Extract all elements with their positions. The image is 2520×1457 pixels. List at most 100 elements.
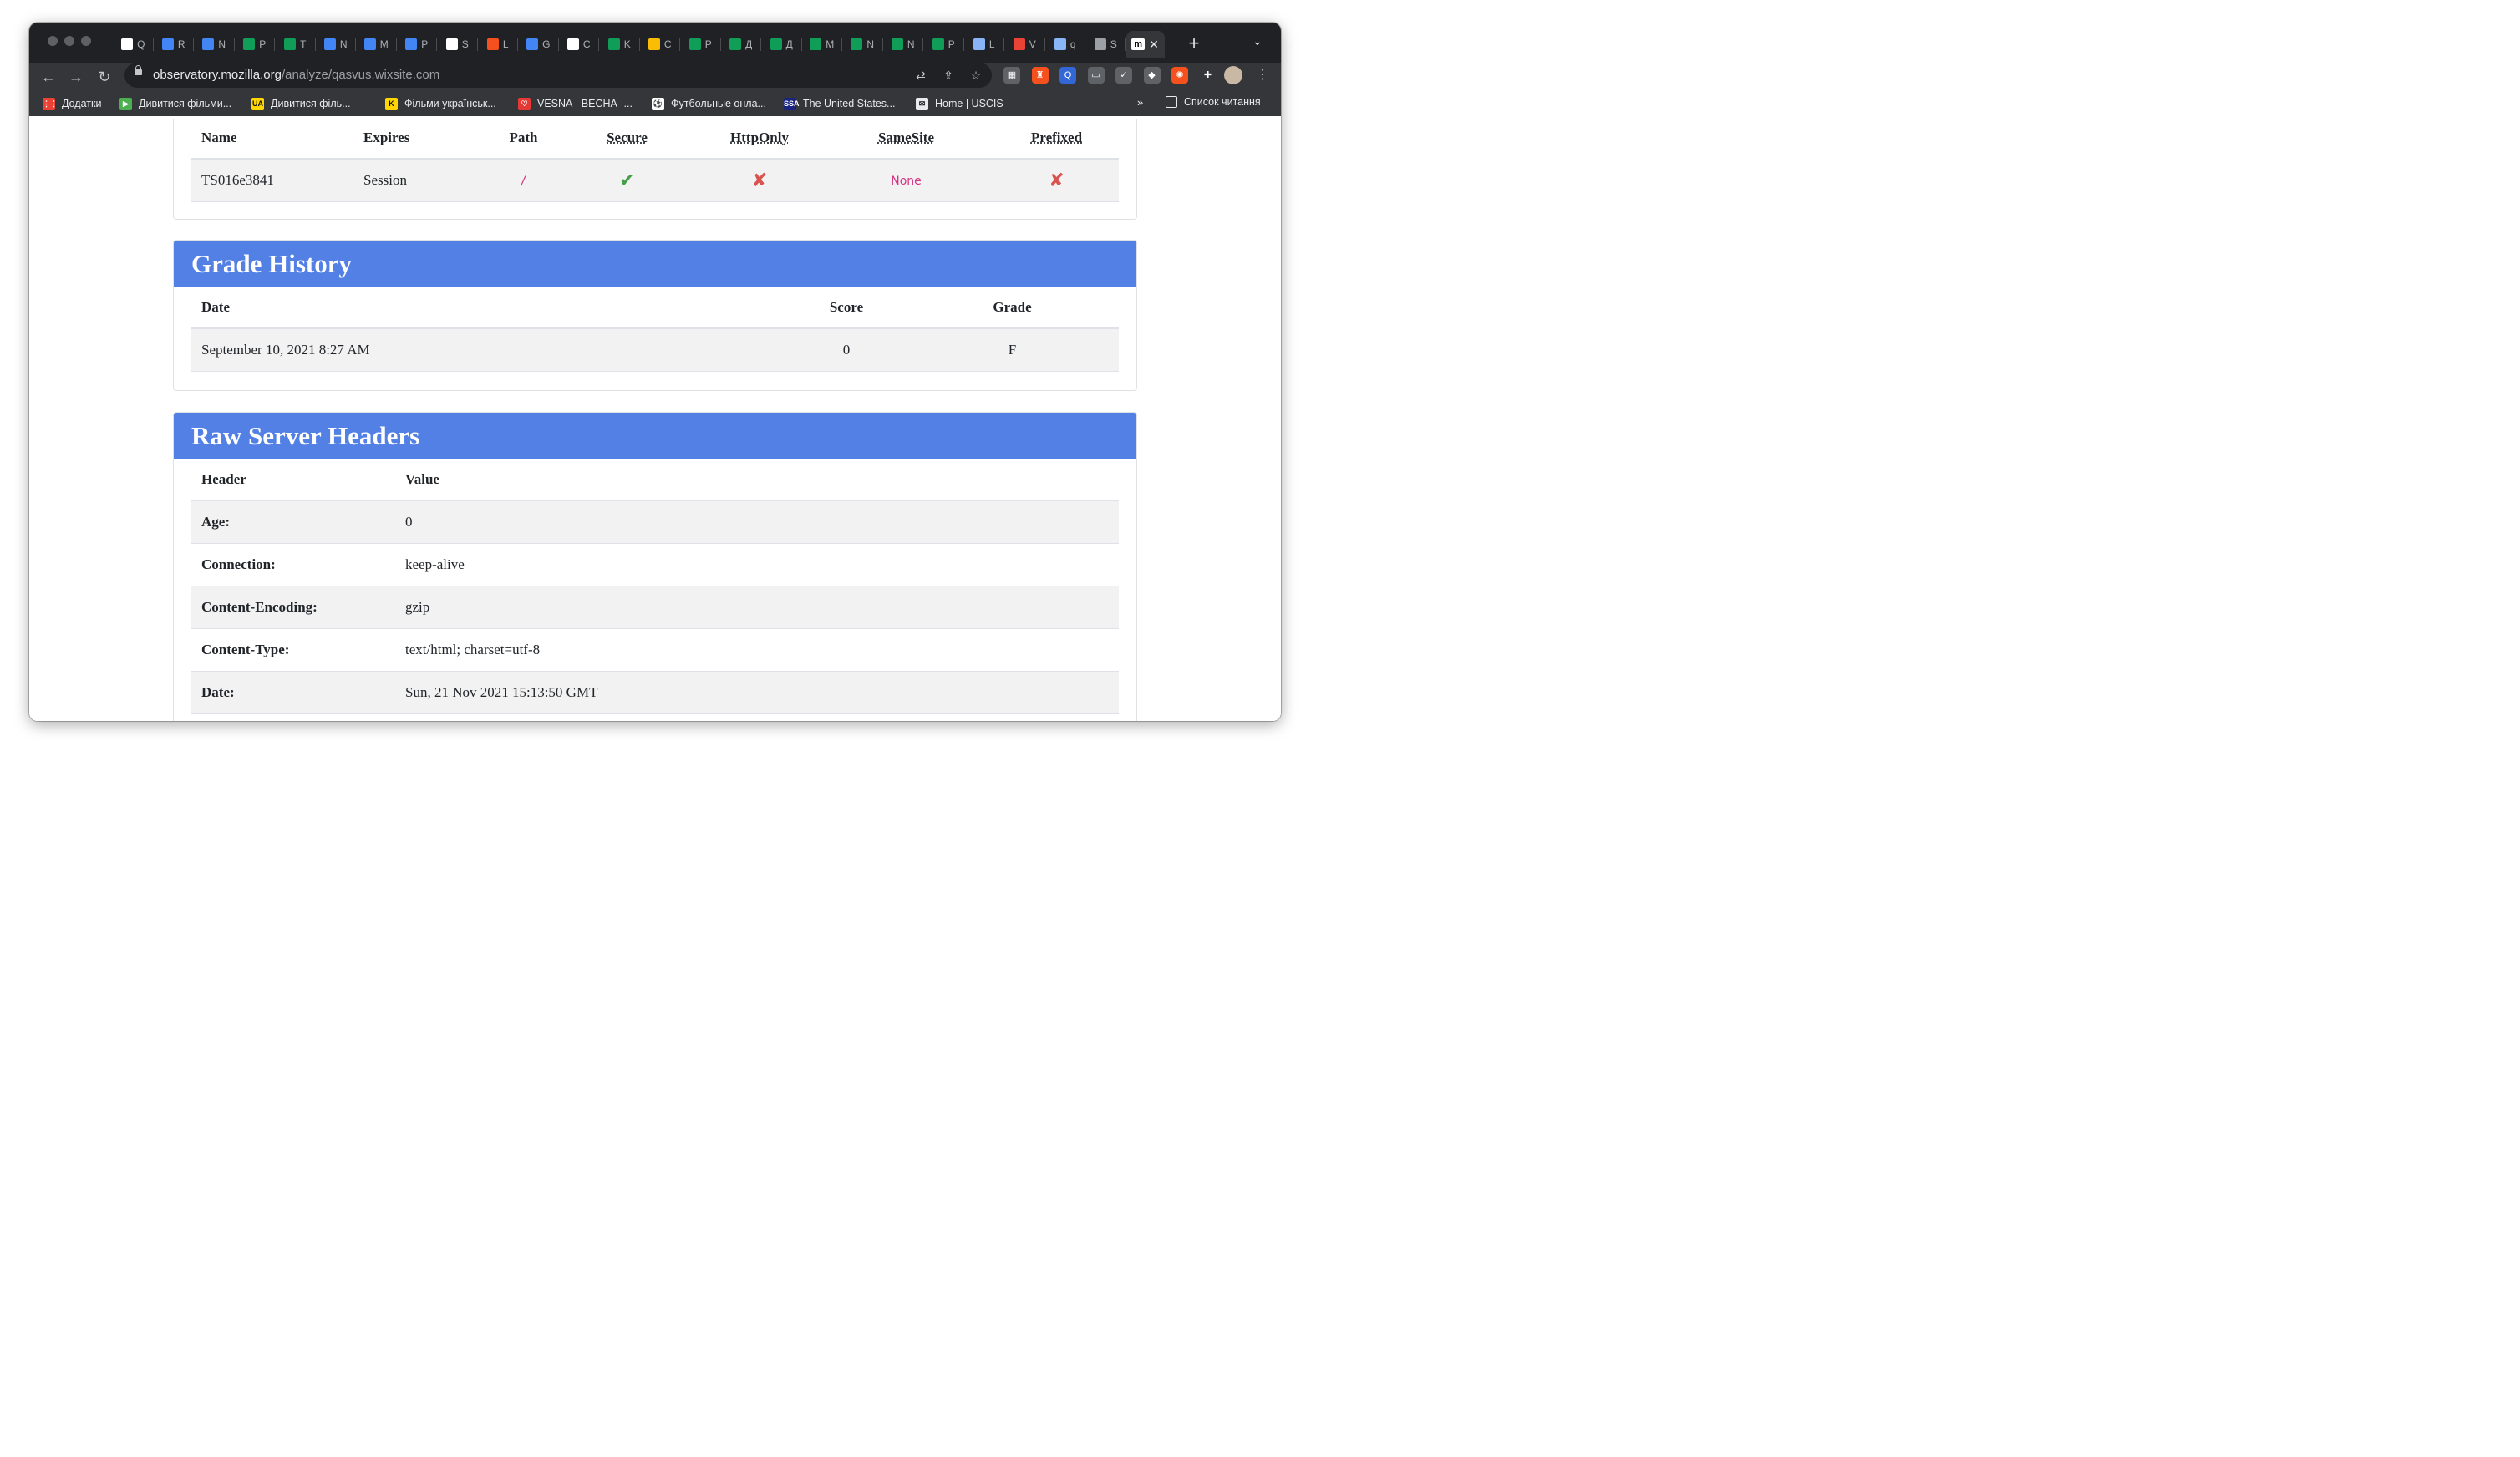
- table-row: Content-Type: text/html; charset=utf-8: [191, 628, 1119, 672]
- minimize-window-button[interactable]: [64, 36, 74, 46]
- chrome-icon: [1013, 38, 1025, 50]
- tab-title: N: [907, 38, 915, 50]
- bookmark-item[interactable]: ♡ VESNA - ВЕСНА -...: [518, 96, 633, 111]
- browser-tab[interactable]: V: [1004, 31, 1045, 58]
- tab-title: N: [218, 38, 226, 50]
- docs-icon: [363, 38, 376, 50]
- bookmark-label: VESNA - ВЕСНА -...: [537, 98, 633, 109]
- browser-tab[interactable]: T: [275, 31, 316, 58]
- tab-search-button[interactable]: ⌄: [1252, 34, 1263, 48]
- back-arrow-icon[interactable]: ←: [38, 66, 59, 88]
- col-value: Value: [395, 459, 1119, 501]
- cookies-table: Name Expires Path Secure HttpOnly SameSi…: [191, 119, 1119, 202]
- more-menu-icon[interactable]: ⋮: [1256, 66, 1269, 83]
- browser-window: Q R N P T N M P S L G C K C P Д Д M N N P L Vq Sm ✕ + ⌄ ← → ↻ ob…: [29, 23, 1281, 721]
- bookmark-item[interactable]: ⚽ Футбольные онла...: [652, 96, 766, 111]
- bookmark-item[interactable]: ✉ Home | USCIS: [916, 96, 1003, 111]
- orange-ext-icon[interactable]: ✺: [1171, 67, 1188, 84]
- browser-tab[interactable]: N: [842, 31, 883, 58]
- badge-ext-icon[interactable]: ✓: [1115, 67, 1132, 84]
- tab-title: L: [988, 38, 995, 50]
- ext-gray-icon[interactable]: ▦: [1003, 67, 1020, 84]
- sheets-icon: [688, 38, 701, 50]
- browser-tab[interactable]: Q: [113, 31, 154, 58]
- browser-tab[interactable]: N: [883, 31, 924, 58]
- reading-list-button[interactable]: Список читання: [1166, 96, 1261, 108]
- browser-tab[interactable]: P: [235, 31, 276, 58]
- bookmark-star-icon[interactable]: ☆: [968, 68, 983, 83]
- tab-title: R: [177, 38, 185, 50]
- tab-title: P: [704, 38, 712, 50]
- browser-tab[interactable]: Д: [721, 31, 762, 58]
- bookmark-item[interactable]: SSA The United States...: [784, 96, 895, 111]
- col-prefixed[interactable]: Prefixed: [994, 119, 1119, 160]
- browser-tab[interactable]: L: [478, 31, 519, 58]
- browser-tab[interactable]: M: [802, 31, 843, 58]
- bookmark-item[interactable]: K Фільми українськ...: [385, 96, 496, 111]
- lighthouse-ext-icon[interactable]: ♜: [1031, 67, 1049, 84]
- share-icon[interactable]: ⇪: [941, 68, 956, 83]
- browser-tab[interactable]: L: [964, 31, 1005, 58]
- cookie-samesite: None: [891, 175, 922, 188]
- cube-ext-icon[interactable]: ◆: [1143, 67, 1161, 84]
- header-name: Age:: [191, 500, 395, 544]
- browser-tab[interactable]: Д: [761, 31, 802, 58]
- tab-title: Q: [137, 38, 145, 50]
- docs-icon: [405, 38, 418, 50]
- browser-tab[interactable]: C: [559, 31, 600, 58]
- header-value: gzip: [395, 586, 1119, 629]
- zoom-window-button[interactable]: [81, 36, 91, 46]
- browser-tab[interactable]: K: [599, 31, 640, 58]
- bookmark-item[interactable]: ⋮⋮ Додатки: [43, 96, 101, 111]
- q-ext-icon[interactable]: Q: [1059, 67, 1076, 84]
- compass-icon: [1054, 38, 1066, 50]
- col-secure[interactable]: Secure: [553, 119, 701, 160]
- close-tab-icon[interactable]: ✕: [1149, 38, 1159, 52]
- col-score: Score: [787, 287, 906, 329]
- translate-icon[interactable]: ⇄: [913, 68, 928, 83]
- header-value: Sun, 21 Nov 2021 15:13:50 GMT: [395, 671, 1119, 714]
- col-samesite[interactable]: SameSite: [818, 119, 994, 160]
- tab-title: P: [259, 38, 267, 50]
- lighthouse-icon: [486, 38, 499, 50]
- browser-tab[interactable]: N: [316, 31, 357, 58]
- browser-tab[interactable]: P: [397, 31, 438, 58]
- table-row: Date: Sun, 21 Nov 2021 15:13:50 GMT: [191, 671, 1119, 714]
- football-icon: ⚽: [652, 97, 664, 110]
- address-bar[interactable]: observatory.mozilla.org/analyze/qasvus.w…: [124, 63, 992, 88]
- browser-tab[interactable]: M: [356, 31, 397, 58]
- browser-tab[interactable]: G: [518, 31, 559, 58]
- lock-icon[interactable]: [135, 65, 142, 75]
- active-tab[interactable]: m ✕: [1125, 31, 1165, 58]
- new-tab-button[interactable]: +: [1184, 33, 1204, 54]
- tab-title: q: [1069, 38, 1076, 50]
- close-window-button[interactable]: [48, 36, 58, 46]
- browser-tab[interactable]: S: [1085, 31, 1126, 58]
- translate-icon: [526, 38, 539, 50]
- puzzle-ext-icon[interactable]: ✚: [1199, 67, 1217, 84]
- tab-title: N: [339, 38, 348, 50]
- bookmark-item[interactable]: ▶ Дивитися фільми...: [119, 96, 231, 111]
- raw-headers-title: Raw Server Headers: [174, 413, 1136, 459]
- browser-tab[interactable]: S: [437, 31, 478, 58]
- history-grade: F: [906, 328, 1119, 372]
- sheets-icon: [729, 38, 742, 50]
- bookmark-item[interactable]: UA Дивитися філь...: [251, 96, 351, 111]
- browser-tab[interactable]: P: [680, 31, 721, 58]
- cookie-expires: Session: [353, 159, 494, 202]
- bookmarks-overflow-button[interactable]: »: [1137, 96, 1143, 109]
- browser-tab[interactable]: C: [640, 31, 681, 58]
- profile-avatar[interactable]: [1224, 66, 1242, 84]
- ssa-icon: SSA: [784, 97, 800, 110]
- reload-icon[interactable]: ↻: [94, 66, 115, 88]
- window-ext-icon[interactable]: ▭: [1087, 67, 1105, 84]
- browser-tab[interactable]: R: [154, 31, 195, 58]
- browser-tab[interactable]: q: [1045, 31, 1086, 58]
- tab-title: K: [623, 38, 631, 50]
- bookmarks-bar: ⋮⋮ Додатки ▶ Дивитися фільми... UA Дивитися ф…: [29, 91, 1281, 116]
- col-httponly[interactable]: HttpOnly: [701, 119, 818, 160]
- browser-tab[interactable]: N: [194, 31, 235, 58]
- sheets-icon: [607, 38, 620, 50]
- forward-arrow-icon[interactable]: →: [65, 66, 87, 88]
- browser-tab[interactable]: P: [923, 31, 964, 58]
